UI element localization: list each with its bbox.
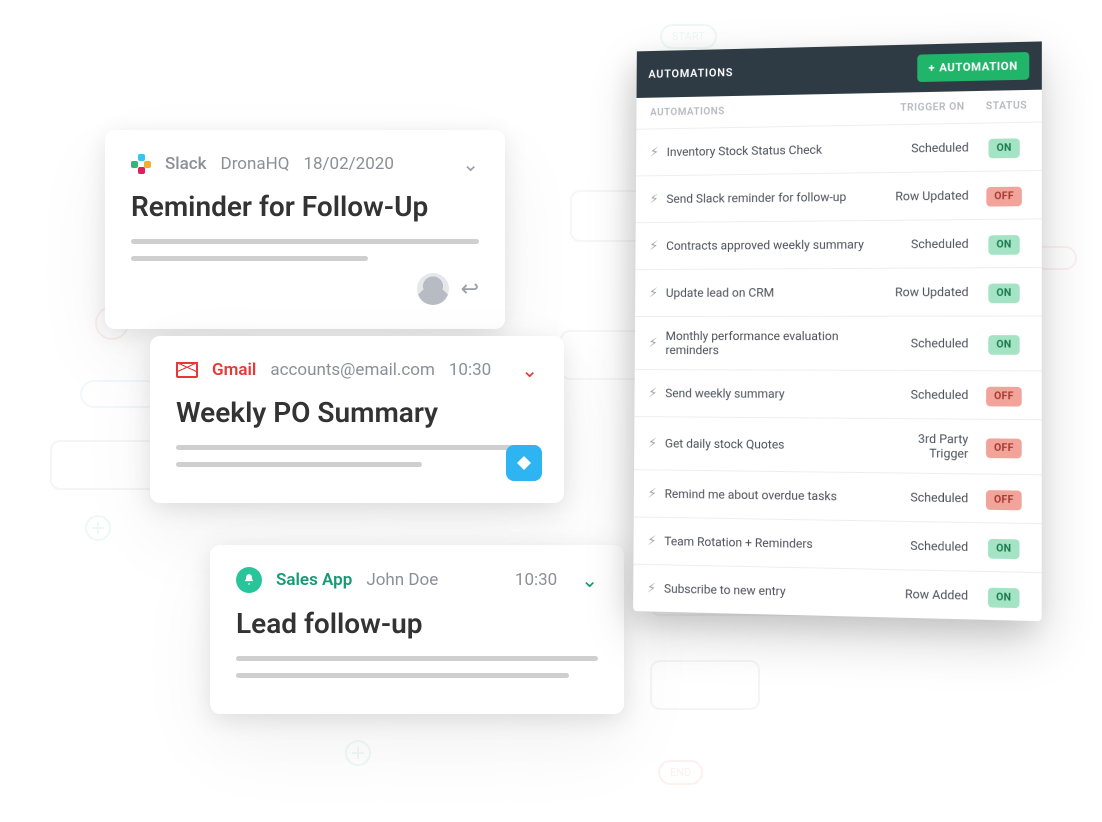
placeholder-line <box>176 445 538 450</box>
chevron-down-icon[interactable]: ⌄ <box>521 358 538 382</box>
status-toggle[interactable]: OFF <box>986 187 1022 207</box>
automation-trigger: Scheduled <box>877 387 980 402</box>
placeholder-line <box>176 462 422 467</box>
automation-trigger: Scheduled <box>877 490 981 506</box>
bell-icon <box>236 567 262 593</box>
automation-row[interactable]: ⚡︎ Monthly performance evaluation reminde… <box>635 317 1042 372</box>
automation-name: Subscribe to new entry <box>664 582 877 601</box>
th-status: STATUS <box>975 100 1027 112</box>
add-automation-button[interactable]: + AUTOMATION <box>917 52 1029 82</box>
bolt-icon: ⚡︎ <box>647 581 656 596</box>
automation-name: Get daily stock Quotes <box>665 436 877 452</box>
automation-trigger: Row Updated <box>878 285 981 300</box>
automation-row[interactable]: ⚡︎ Remind me about overdue tasksScheduled… <box>634 470 1042 524</box>
add-automation-label: AUTOMATION <box>939 59 1018 74</box>
avatar-icon <box>417 273 449 305</box>
status-toggle[interactable]: OFF <box>986 387 1022 407</box>
bolt-icon: ⚡︎ <box>648 436 657 451</box>
sales-app-notification-card[interactable]: Sales App John Doe 10:30 ⌄ Lead follow-u… <box>210 545 624 714</box>
gmail-title: Weekly PO Summary <box>176 396 538 429</box>
automation-trigger: Scheduled <box>877 538 981 554</box>
placeholder-line <box>236 673 569 678</box>
automation-trigger: Scheduled <box>878 236 981 251</box>
automation-row[interactable]: ⚡︎ Contracts approved weekly summarySched… <box>635 219 1041 270</box>
status-toggle[interactable]: OFF <box>986 438 1022 458</box>
status-toggle[interactable]: ON <box>988 335 1020 355</box>
status-toggle[interactable]: OFF <box>986 490 1023 510</box>
chevron-down-icon[interactable]: ⌄ <box>462 152 479 176</box>
app-name: Sales App <box>276 570 352 590</box>
plus-icon: + <box>928 61 935 74</box>
reply-curve-icon: ↩︎ <box>461 277 479 302</box>
end-tag: END <box>658 760 703 785</box>
automation-trigger: Row Added <box>877 586 981 603</box>
slack-icon <box>131 154 151 174</box>
automation-name: Monthly performance evaluation reminders <box>665 329 877 358</box>
slack-user: DronaHQ <box>221 154 290 174</box>
slack-notification-card[interactable]: Slack DronaHQ 18/02/2020 ⌄ Reminder for … <box>105 130 505 329</box>
dronahq-app-icon <box>506 445 542 481</box>
gmail-email: accounts@email.com <box>270 360 435 380</box>
automation-name: Inventory Stock Status Check <box>667 142 878 159</box>
panel-title: AUTOMATIONS <box>648 66 733 81</box>
slack-date: 18/02/2020 <box>303 154 393 174</box>
automation-name: Contracts approved weekly summary <box>666 237 878 253</box>
automation-trigger: Row Updated <box>878 188 981 203</box>
placeholder-line <box>131 256 368 261</box>
automation-row[interactable]: ⚡︎ Team Rotation + RemindersScheduled ON <box>633 517 1041 573</box>
th-trigger: TRIGGER ON <box>872 101 975 114</box>
automation-name: Send Slack reminder for follow-up <box>666 189 878 206</box>
sales-title: Lead follow-up <box>236 607 598 640</box>
bolt-icon: ⚡︎ <box>650 192 659 207</box>
status-toggle[interactable]: ON <box>988 138 1020 158</box>
automation-trigger: 3rd Party Trigger <box>877 431 981 461</box>
automation-row[interactable]: ⚡︎ Subscribe to new entryRow Added ON <box>633 565 1042 621</box>
gmail-notification-card[interactable]: Gmail accounts@email.com 10:30 ⌄ Weekly … <box>150 336 564 503</box>
automation-row[interactable]: ⚡︎ Update lead on CRMRow Updated ON <box>635 268 1042 317</box>
start-tag: START <box>660 24 717 49</box>
th-automations: AUTOMATIONS <box>650 103 872 118</box>
bolt-icon: ⚡︎ <box>647 533 656 548</box>
gmail-icon <box>176 362 198 378</box>
automation-name: Send weekly summary <box>665 386 877 401</box>
automation-trigger: Scheduled <box>878 336 981 350</box>
automation-name: Update lead on CRM <box>666 285 878 300</box>
bolt-icon: ⚡︎ <box>650 145 659 160</box>
sales-time: 10:30 <box>515 570 557 590</box>
placeholder-line <box>236 656 598 661</box>
automation-row[interactable]: ⚡︎ Get daily stock Quotes3rd Party Trigge… <box>634 417 1042 475</box>
chevron-down-icon[interactable]: ⌄ <box>581 568 598 592</box>
automation-row[interactable]: ⚡︎ Send Slack reminder for follow-upRow U… <box>636 171 1042 223</box>
status-toggle[interactable]: ON <box>988 235 1020 255</box>
bolt-icon: ⚡︎ <box>649 285 658 300</box>
bolt-icon: ⚡︎ <box>649 336 658 351</box>
automations-panel: AUTOMATIONS + AUTOMATION AUTOMATIONS TRI… <box>633 41 1042 621</box>
bolt-icon: ⚡︎ <box>648 486 657 501</box>
automation-row[interactable]: ⚡︎ Send weekly summaryScheduled OFF <box>634 370 1041 420</box>
sales-user: John Doe <box>366 570 438 590</box>
status-toggle[interactable]: ON <box>988 284 1020 304</box>
automation-name: Remind me about overdue tasks <box>665 487 878 504</box>
placeholder-line <box>131 239 479 244</box>
automation-trigger: Scheduled <box>878 140 981 156</box>
status-toggle[interactable]: ON <box>988 588 1020 609</box>
automation-name: Team Rotation + Reminders <box>664 534 877 552</box>
automation-row[interactable]: ⚡︎ Inventory Stock Status CheckScheduled O… <box>636 123 1042 177</box>
app-name: Gmail <box>212 360 256 380</box>
bolt-icon: ⚡︎ <box>649 239 658 254</box>
bolt-icon: ⚡︎ <box>648 386 657 401</box>
gmail-time: 10:30 <box>449 360 491 380</box>
status-toggle[interactable]: ON <box>988 539 1020 559</box>
slack-title: Reminder for Follow-Up <box>131 190 479 223</box>
panel-header: AUTOMATIONS + AUTOMATION <box>637 41 1042 98</box>
app-name: Slack <box>165 154 207 174</box>
